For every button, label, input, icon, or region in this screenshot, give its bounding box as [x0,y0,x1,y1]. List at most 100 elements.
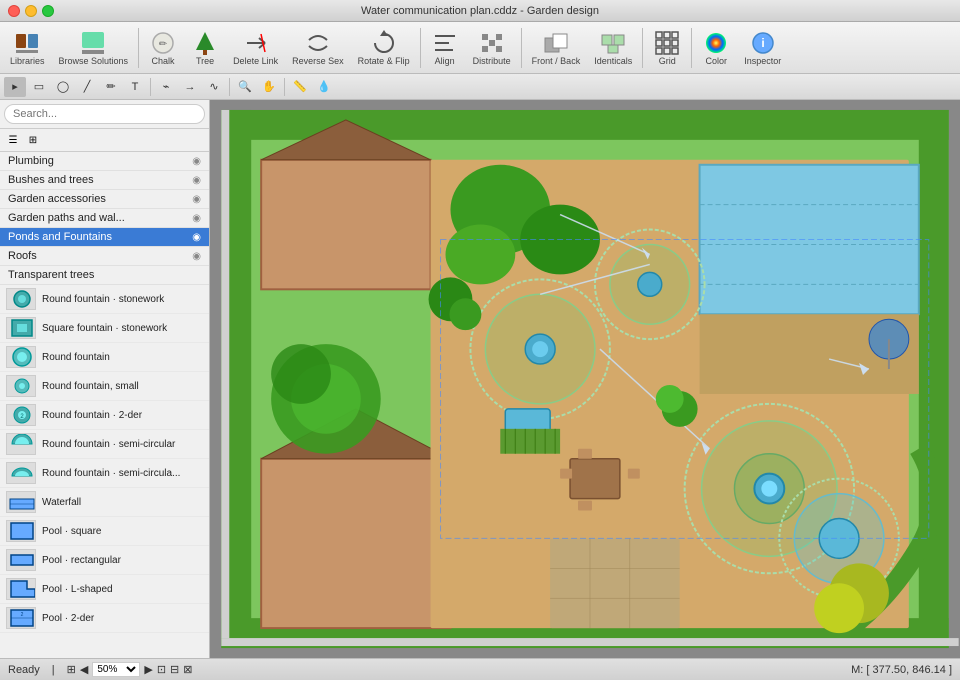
lib-thumb-2 [6,346,36,368]
zoom-fit3[interactable]: ⊠ [183,663,192,676]
delete-link-icon [242,29,270,57]
svg-text:✏: ✏ [159,39,168,50]
toolbar-rotate[interactable]: Rotate & Flip [352,27,416,69]
tool-line[interactable]: ╱ [76,77,98,97]
window-title: Water communication plan.cddz - Garden d… [361,5,599,17]
lib-thumb-1 [6,317,36,339]
toolbar-chalk[interactable]: ✏ Chalk [143,27,183,69]
tool-eyedrop[interactable]: 💧 [313,77,335,97]
toolstrip-sep-1 [150,78,151,96]
cat-arrow-plumbing: ◉ [192,156,201,167]
toolbar-align[interactable]: Align [425,27,465,69]
chalk-icon: ✏ [149,29,177,57]
canvas-area[interactable] [210,100,960,658]
cat-arrow-paths: ◉ [192,213,201,224]
distribute-icon [478,29,506,57]
tree-label: Tree [196,57,214,67]
zoom-nav-next[interactable]: ▶ [144,663,152,676]
statusbar: Ready | ⊞ ◀ 25% 50% 75% 100% 150% 200% ▶… [0,658,960,680]
sidebar-view-btn-2[interactable]: ⊞ [24,131,42,149]
category-paths[interactable]: Garden paths and wal... ◉ [0,209,209,228]
lib-item-6[interactable]: Round fountain · semi-circula... [0,459,209,488]
lib-item-9[interactable]: Pool · rectangular [0,546,209,575]
lib-item-0[interactable]: Round fountain · stonework [0,285,209,314]
toolstrip: ▸ ▭ ◯ ╱ ✏ T ⌁ → ∿ 🔍 ✋ 📏 💧 [0,74,960,100]
toolbar-inspector[interactable]: i Inspector [738,27,787,69]
lib-thumb-9 [6,549,36,571]
front-back-label: Front / Back [532,57,581,67]
close-button[interactable] [8,5,20,17]
toolbar-browse[interactable]: Browse Solutions [53,27,135,69]
lib-thumb-0 [6,288,36,310]
tool-measure[interactable]: 📏 [289,77,311,97]
lib-item-4[interactable]: 2 Round fountain · 2-der [0,401,209,430]
lib-item-8[interactable]: Pool · square [0,517,209,546]
lib-thumb-4: 2 [6,404,36,426]
toolbar: Libraries Browse Solutions ✏ Chalk Tree … [0,22,960,74]
zoom-fit2[interactable]: ⊟ [170,663,179,676]
main-area: ☰ ⊞ Plumbing ◉ Bushes and trees ◉ Garden… [0,100,960,658]
lib-item-1[interactable]: Square fountain · stonework [0,314,209,343]
tool-connect[interactable]: ⌁ [155,77,177,97]
cat-arrow-bushes: ◉ [192,175,201,186]
category-plumbing[interactable]: Plumbing ◉ [0,152,209,171]
tool-rect[interactable]: ▭ [28,77,50,97]
toolbar-reverse[interactable]: Reverse Sex [286,27,350,69]
search-input[interactable] [4,104,205,124]
zoom-nav-prev[interactable]: ◀ [80,663,88,676]
tool-pen[interactable]: ✏ [100,77,122,97]
category-bushes[interactable]: Bushes and trees ◉ [0,171,209,190]
toolbar-color[interactable]: Color [696,27,736,69]
zoom-icon: ⊞ [67,663,76,676]
libraries-label: Libraries [10,57,45,67]
tool-text[interactable]: T [124,77,146,97]
category-list: Plumbing ◉ Bushes and trees ◉ Garden acc… [0,152,209,658]
cat-arrow-roofs: ◉ [192,251,201,262]
maximize-button[interactable] [42,5,54,17]
search-box [0,100,209,129]
lib-thumb-5 [6,433,36,455]
category-roofs[interactable]: Roofs ◉ [0,247,209,266]
tool-hand[interactable]: ✋ [258,77,280,97]
lib-item-5[interactable]: Round fountain · semi-circular [0,430,209,459]
toolbar-front-back[interactable]: Front / Back [526,27,587,69]
category-accessories[interactable]: Garden accessories ◉ [0,190,209,209]
browse-label: Browse Solutions [59,57,129,67]
sidebar: ☰ ⊞ Plumbing ◉ Bushes and trees ◉ Garden… [0,100,210,658]
align-icon [431,29,459,57]
lib-item-10[interactable]: Pool · L-shaped [0,575,209,604]
minimize-button[interactable] [25,5,37,17]
toolbar-distribute[interactable]: Distribute [467,27,517,69]
toolbar-libraries[interactable]: Libraries [4,27,51,69]
toolstrip-sep-2 [229,78,230,96]
toolbar-grid[interactable]: Grid [647,27,687,69]
zoom-fit[interactable]: ⊡ [157,663,166,676]
category-ponds[interactable]: Ponds and Fountains ◉ [0,228,209,247]
color-icon [702,29,730,57]
zoom-select[interactable]: 25% 50% 75% 100% 150% 200% [92,662,140,677]
tool-select[interactable]: ▸ [4,77,26,97]
toolbar-delete-link[interactable]: Delete Link [227,27,284,69]
svg-text:i: i [761,36,764,50]
align-label: Align [435,57,455,67]
identicals-label: Identicals [594,57,632,67]
toolbar-tree[interactable]: Tree [185,27,225,69]
distribute-label: Distribute [473,57,511,67]
tool-arrow[interactable]: → [179,77,201,97]
category-transparent[interactable]: Transparent trees [0,266,209,285]
lib-item-3[interactable]: Round fountain, small [0,372,209,401]
svg-text:2: 2 [21,612,24,618]
chalk-label: Chalk [152,57,175,67]
lib-item-7[interactable]: Waterfall [0,488,209,517]
lib-item-11[interactable]: 2 Pool · 2-der [0,604,209,633]
tool-curve[interactable]: ∿ [203,77,225,97]
reverse-icon [304,29,332,57]
inspector-icon: i [749,29,777,57]
tool-ellipse[interactable]: ◯ [52,77,74,97]
sidebar-view-btn-1[interactable]: ☰ [4,131,22,149]
lib-item-2[interactable]: Round fountain [0,343,209,372]
tool-zoom-in[interactable]: 🔍 [234,77,256,97]
toolbar-identicals[interactable]: Identicals [588,27,638,69]
lib-thumb-8 [6,520,36,542]
lib-thumb-3 [6,375,36,397]
